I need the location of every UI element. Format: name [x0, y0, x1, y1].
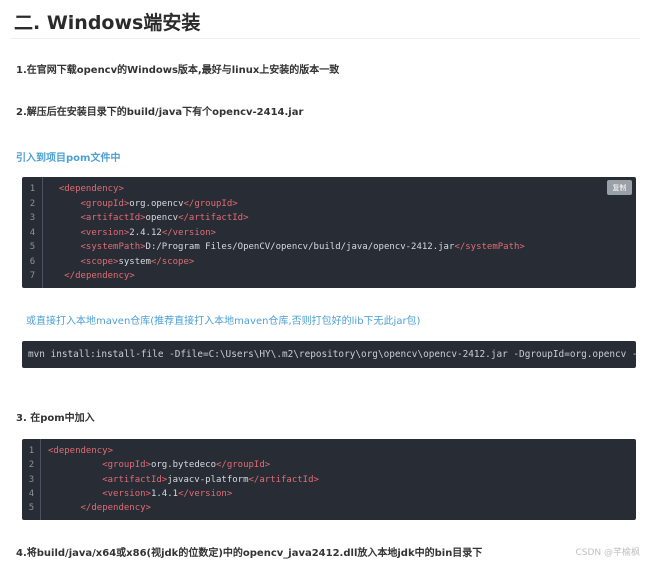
code-line: </dependency>: [48, 270, 135, 282]
xml-text: 2.4.12: [129, 227, 162, 238]
line-number: 1: [29, 184, 36, 194]
code-line: <groupId>org.opencv</groupId>: [48, 198, 238, 210]
xml-text: D:/Program Files/OpenCV/opencv/build/jav…: [145, 242, 455, 252]
code-block-dependency-javacv: 1 <dependency> 2 <groupId>org.bytedeco</gr…: [22, 439, 636, 520]
xml-close-tag: </artifactId>: [248, 474, 319, 485]
xml-open-tag: </dependency>: [64, 271, 135, 281]
mvn-command-line: mvn install:install-file -Dfile=C:\Users…: [28, 349, 636, 360]
step-3-text: 3. 在pom中加入: [16, 413, 95, 424]
title-divider: [10, 38, 640, 39]
line-number: 1: [28, 446, 35, 456]
xml-open-tag: <version>: [102, 488, 151, 499]
code-line: <artifactId>javacv-platform</artifactId>: [48, 474, 319, 486]
xml-open-tag: <dependency>: [48, 446, 114, 456]
xml-close-tag: </scope>: [150, 256, 195, 267]
line-number: 5: [29, 242, 36, 252]
code-block-dependency-opencv: 1 <dependency> 2 <groupId>org.opencv</gro…: [22, 177, 636, 288]
line-number: 2: [28, 460, 35, 471]
xml-close-tag: </version>: [178, 488, 233, 499]
code-line: </dependency>: [48, 502, 151, 514]
step-4-text: 4.将build/java/x64或x86(视jdk的位数定)中的opencv_…: [16, 548, 483, 559]
xml-open-tag: <groupId>: [80, 198, 130, 209]
line-number: 5: [28, 503, 35, 514]
pom-import-link[interactable]: 引入到项目pom文件中: [16, 149, 120, 164]
xml-close-tag: </artifactId>: [178, 213, 249, 223]
section-title: 二. Windows端安装: [14, 12, 201, 34]
line-number: 4: [29, 227, 36, 238]
code-line: <dependency>: [48, 183, 124, 195]
copy-button[interactable]: 复制: [607, 180, 632, 195]
line-number: 7: [29, 271, 36, 281]
code-block-mvn-command: mvn install:install-file -Dfile=C:\Users…: [22, 341, 636, 368]
xml-open-tag: </dependency>: [80, 503, 151, 514]
line-number: 3: [28, 474, 35, 485]
xml-open-tag: <dependency>: [58, 184, 124, 194]
xml-open-tag: <version>: [80, 227, 130, 238]
line-number: 6: [29, 256, 36, 267]
code-line: <systemPath>D:/Program Files/OpenCV/open…: [48, 241, 525, 253]
xml-open-tag: <scope>: [80, 256, 119, 267]
xml-open-tag: <groupId>: [102, 460, 151, 471]
xml-open-tag: <artifactId>: [80, 213, 146, 223]
xml-text: javacv-platform: [167, 474, 249, 485]
code-line: <version>2.4.12</version>: [48, 227, 216, 239]
xml-text: org.bytedeco: [150, 460, 216, 471]
step-1-text: 1.在官网下载opencv的Windows版本,最好与linux上安装的版本一致: [16, 65, 340, 76]
code-line: <dependency>: [48, 445, 113, 457]
xml-close-tag: </groupId>: [183, 198, 238, 209]
xml-close-tag: </groupId>: [216, 460, 271, 471]
xml-open-tag: <artifactId>: [102, 474, 168, 485]
xml-close-tag: </systemPath>: [454, 242, 525, 252]
xml-text: system: [118, 256, 151, 267]
xml-close-tag: </version>: [161, 227, 216, 238]
xml-text: org.opencv: [129, 198, 184, 209]
line-number: 3: [29, 213, 36, 223]
step-2-text: 2.解压后在安装目录下的build/java下有个opencv-2414.jar: [16, 107, 304, 118]
xml-text: 1.4.1: [150, 488, 179, 499]
code-line: <scope>system</scope>: [48, 256, 195, 268]
watermark: CSDN @芊榆枫: [575, 548, 640, 558]
code-line: <groupId>org.bytedeco</groupId>: [48, 459, 270, 471]
code-line: <artifactId>opencv</artifactId>: [48, 212, 249, 224]
xml-open-tag: <systemPath>: [80, 242, 146, 252]
line-number: 4: [28, 488, 35, 499]
code-line: <version>1.4.1</version>: [48, 488, 232, 500]
maven-note-text: 或直接打入本地maven仓库(推荐直接打入本地maven仓库,否则打包好的lib…: [26, 316, 421, 327]
line-number: 2: [29, 198, 36, 209]
xml-text: opencv: [145, 213, 179, 223]
